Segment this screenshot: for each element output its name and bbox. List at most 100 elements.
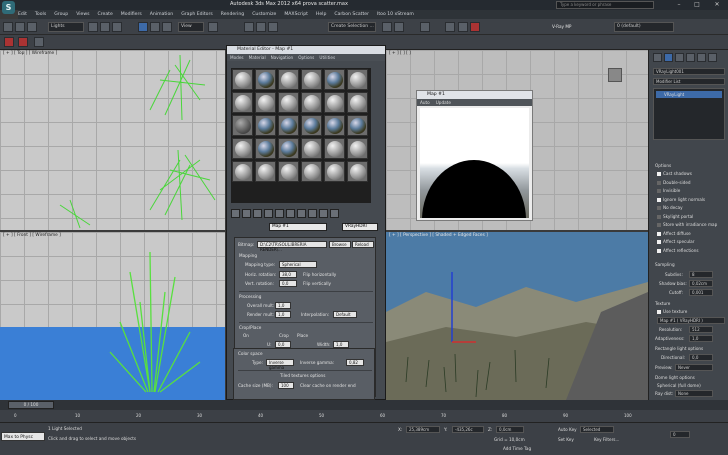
mirror-icon[interactable] <box>382 22 392 32</box>
material-slot[interactable] <box>278 69 299 90</box>
material-editor-title[interactable]: Material Editor - Map #1 <box>227 46 385 54</box>
option-checkbox[interactable]: Affect reflections <box>657 248 699 253</box>
render-frame-icon[interactable] <box>18 37 28 47</box>
create-tab-icon[interactable] <box>653 53 662 62</box>
flip-horizontally-checkbox[interactable]: Flip horizontally <box>303 272 336 277</box>
spherical-dome-checkbox[interactable]: Spherical (full dome) <box>657 383 701 388</box>
material-slot[interactable] <box>255 92 276 113</box>
material-slot[interactable] <box>347 138 368 159</box>
add-time-tag[interactable]: Add Time Tag <box>503 446 531 451</box>
maximize-button[interactable]: □ <box>690 0 704 10</box>
mapping-type-select[interactable]: Spherical <box>279 261 317 268</box>
material-slot[interactable] <box>301 138 322 159</box>
select-object-icon[interactable] <box>88 22 98 32</box>
overall-mult-spinner[interactable]: 1,0 <box>275 302 291 309</box>
menu-modifiers[interactable]: Modifiers <box>121 12 142 17</box>
pivot-icon[interactable] <box>208 22 218 32</box>
texture-map-button[interactable]: Map #1 ( VRayHDRI ) <box>657 317 725 324</box>
menu-graph-editors[interactable]: Graph Editors <box>181 12 213 17</box>
viewport-label[interactable]: [ + ] [ ] [ ] <box>389 51 411 56</box>
menu-maxscript[interactable]: MAXScript <box>284 12 308 17</box>
go-to-parent-icon[interactable] <box>319 208 328 218</box>
color-space-type-select[interactable]: Inverse gamma <box>266 359 294 370</box>
viewport-label[interactable]: [ + ] [ Front ] [ Wireframe ] <box>3 233 61 238</box>
vert-rotation-spinner[interactable]: 0,0 <box>279 280 297 287</box>
material-slot[interactable] <box>278 161 299 182</box>
material-slot[interactable] <box>232 92 253 113</box>
material-slot[interactable] <box>232 138 253 159</box>
time-slider-thumb[interactable]: 0 / 100 <box>8 401 54 409</box>
menu-material[interactable]: Material <box>249 54 266 61</box>
option-checkbox[interactable]: Cast shadows <box>657 171 692 176</box>
update-button[interactable]: Update <box>436 99 451 106</box>
tool-icon[interactable] <box>34 37 44 47</box>
material-id-icon[interactable] <box>297 208 306 218</box>
ray-dist-select[interactable]: None <box>675 390 713 397</box>
display-tab-icon[interactable] <box>697 53 706 62</box>
material-slot[interactable] <box>232 115 253 136</box>
layer-select[interactable]: 0 (default) <box>614 22 674 32</box>
flip-vertically-checkbox[interactable]: Flip vertically <box>303 281 331 286</box>
material-slot[interactable] <box>278 92 299 113</box>
set-key-button[interactable]: Set Key <box>558 437 574 442</box>
material-slot[interactable] <box>232 161 253 182</box>
interpolation-select[interactable]: Default <box>333 311 357 318</box>
material-slot[interactable] <box>255 69 276 90</box>
menu-modes[interactable]: Modes <box>230 54 244 61</box>
curve-editor-icon[interactable] <box>420 22 430 32</box>
rotate-icon[interactable] <box>150 22 160 32</box>
motion-tab-icon[interactable] <box>686 53 695 62</box>
menu-create[interactable]: Create <box>98 12 113 17</box>
unique-icon[interactable] <box>286 208 295 218</box>
track-bar[interactable]: 0 10 20 30 40 50 60 70 80 90 100 <box>0 410 728 422</box>
material-slot[interactable] <box>232 69 253 90</box>
material-slot[interactable] <box>324 69 345 90</box>
viewport-top[interactable]: [ + ] [ Top ] [ Wireframe ] <box>0 50 225 230</box>
adaptiveness-spinner[interactable]: 1,0 <box>689 335 713 342</box>
option-checkbox[interactable]: Affect specular <box>657 239 694 244</box>
crop-on-checkbox[interactable]: On <box>243 333 249 338</box>
key-mode-select[interactable]: Selected <box>580 426 614 433</box>
viewport-label[interactable]: [ + ] [ Top ] [ Wireframe ] <box>3 51 57 56</box>
material-slot[interactable] <box>324 92 345 113</box>
redo-icon[interactable] <box>15 22 25 32</box>
map-preview-title[interactable]: Map #1 <box>417 91 532 99</box>
cutoff-spinner[interactable]: 0,001 <box>689 289 713 296</box>
directional-spinner[interactable]: 0,0 <box>689 354 713 361</box>
menu-help[interactable]: Help <box>316 12 326 17</box>
menu-itoo[interactable]: Itoo 10 xStream <box>377 12 414 17</box>
horiz-rotation-spinner[interactable]: 38,0 <box>279 271 297 278</box>
menu-utilities[interactable]: Utilities <box>319 54 335 61</box>
material-slot[interactable] <box>255 138 276 159</box>
light-lister-icon[interactable] <box>4 37 14 47</box>
use-texture-checkbox[interactable]: Use texture <box>657 309 687 314</box>
inverse-gamma-spinner[interactable]: 0,82 <box>346 359 364 366</box>
x-coordinate-field[interactable]: 25,389cm <box>406 426 440 433</box>
material-slot[interactable] <box>347 115 368 136</box>
cache-size-spinner[interactable]: 100 <box>278 382 294 389</box>
search-input[interactable]: Type a keyword or phrase <box>556 1 654 9</box>
option-checkbox[interactable]: Ignore light normals <box>657 197 705 202</box>
assign-material-icon[interactable] <box>253 208 262 218</box>
hierarchy-tab-icon[interactable] <box>675 53 684 62</box>
reload-button[interactable]: Reload <box>352 241 374 248</box>
material-slot[interactable] <box>324 115 345 136</box>
resolution-spinner[interactable]: 512 <box>689 326 713 333</box>
close-button[interactable]: ✕ <box>710 0 724 10</box>
option-checkbox[interactable]: Invisible <box>657 188 680 193</box>
subdivs-spinner[interactable]: 8 <box>689 271 713 278</box>
material-slot[interactable] <box>324 161 345 182</box>
minimize-button[interactable]: – <box>672 0 686 10</box>
material-slot[interactable] <box>347 161 368 182</box>
stack-item[interactable]: VRayLight <box>656 91 722 98</box>
browse-button[interactable]: Browse <box>329 241 351 248</box>
reference-coord-select[interactable]: View <box>178 22 204 32</box>
align-icon[interactable] <box>394 22 404 32</box>
scale-icon[interactable] <box>162 22 172 32</box>
put-to-scene-icon[interactable] <box>242 208 251 218</box>
material-slot[interactable] <box>278 115 299 136</box>
clear-cache-checkbox[interactable]: Clear cache on render end <box>300 383 356 388</box>
link-icon[interactable] <box>27 22 37 32</box>
material-slot[interactable] <box>301 161 322 182</box>
map-type-button[interactable]: VRayHDRI <box>342 223 378 231</box>
